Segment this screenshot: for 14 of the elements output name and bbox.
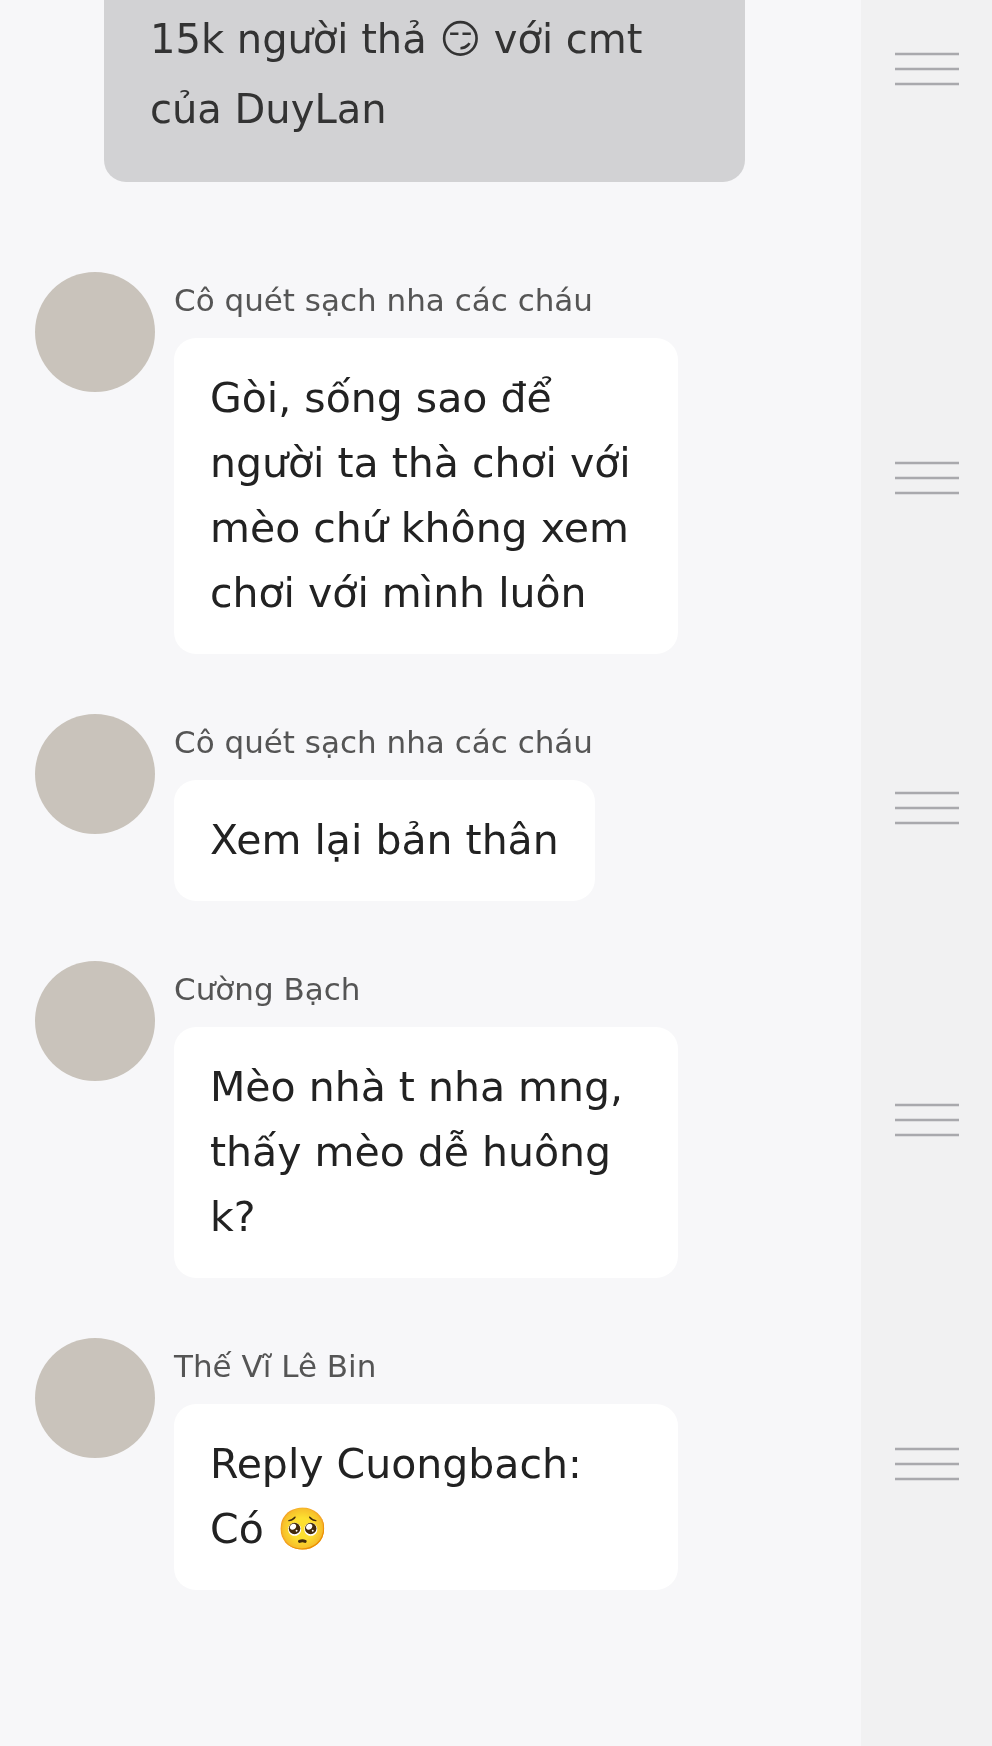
message-bubble: Xem lại bản thân — [174, 780, 595, 901]
menu-icon[interactable] — [894, 1102, 959, 1137]
author-name: Cường Bạch — [174, 970, 361, 1009]
message-bubble: Mèo nhà t nha mng, thấy mèo dễ huông k? — [174, 1027, 678, 1278]
message-bubble: Reply Cuongbach: Có 🥺 — [174, 1404, 678, 1590]
author-name: Cô quét sạch nha các cháu — [174, 281, 593, 320]
menu-icon[interactable] — [894, 1447, 959, 1481]
quoted-message: 15k người thả 😏 với cmt của DuyLan — [104, 0, 745, 182]
menu-icon[interactable] — [894, 52, 959, 86]
menu-icon[interactable] — [894, 790, 959, 825]
message-bubble: Gòi, sống sao để người ta thà chơi với mèo chứ không xem chơi với mình luôn — [174, 338, 678, 654]
author-name: Thế Vĩ Lê Bin — [174, 1347, 377, 1386]
author-name: Cô quét sạch nha các cháu — [174, 723, 593, 762]
menu-icon[interactable] — [894, 461, 959, 495]
